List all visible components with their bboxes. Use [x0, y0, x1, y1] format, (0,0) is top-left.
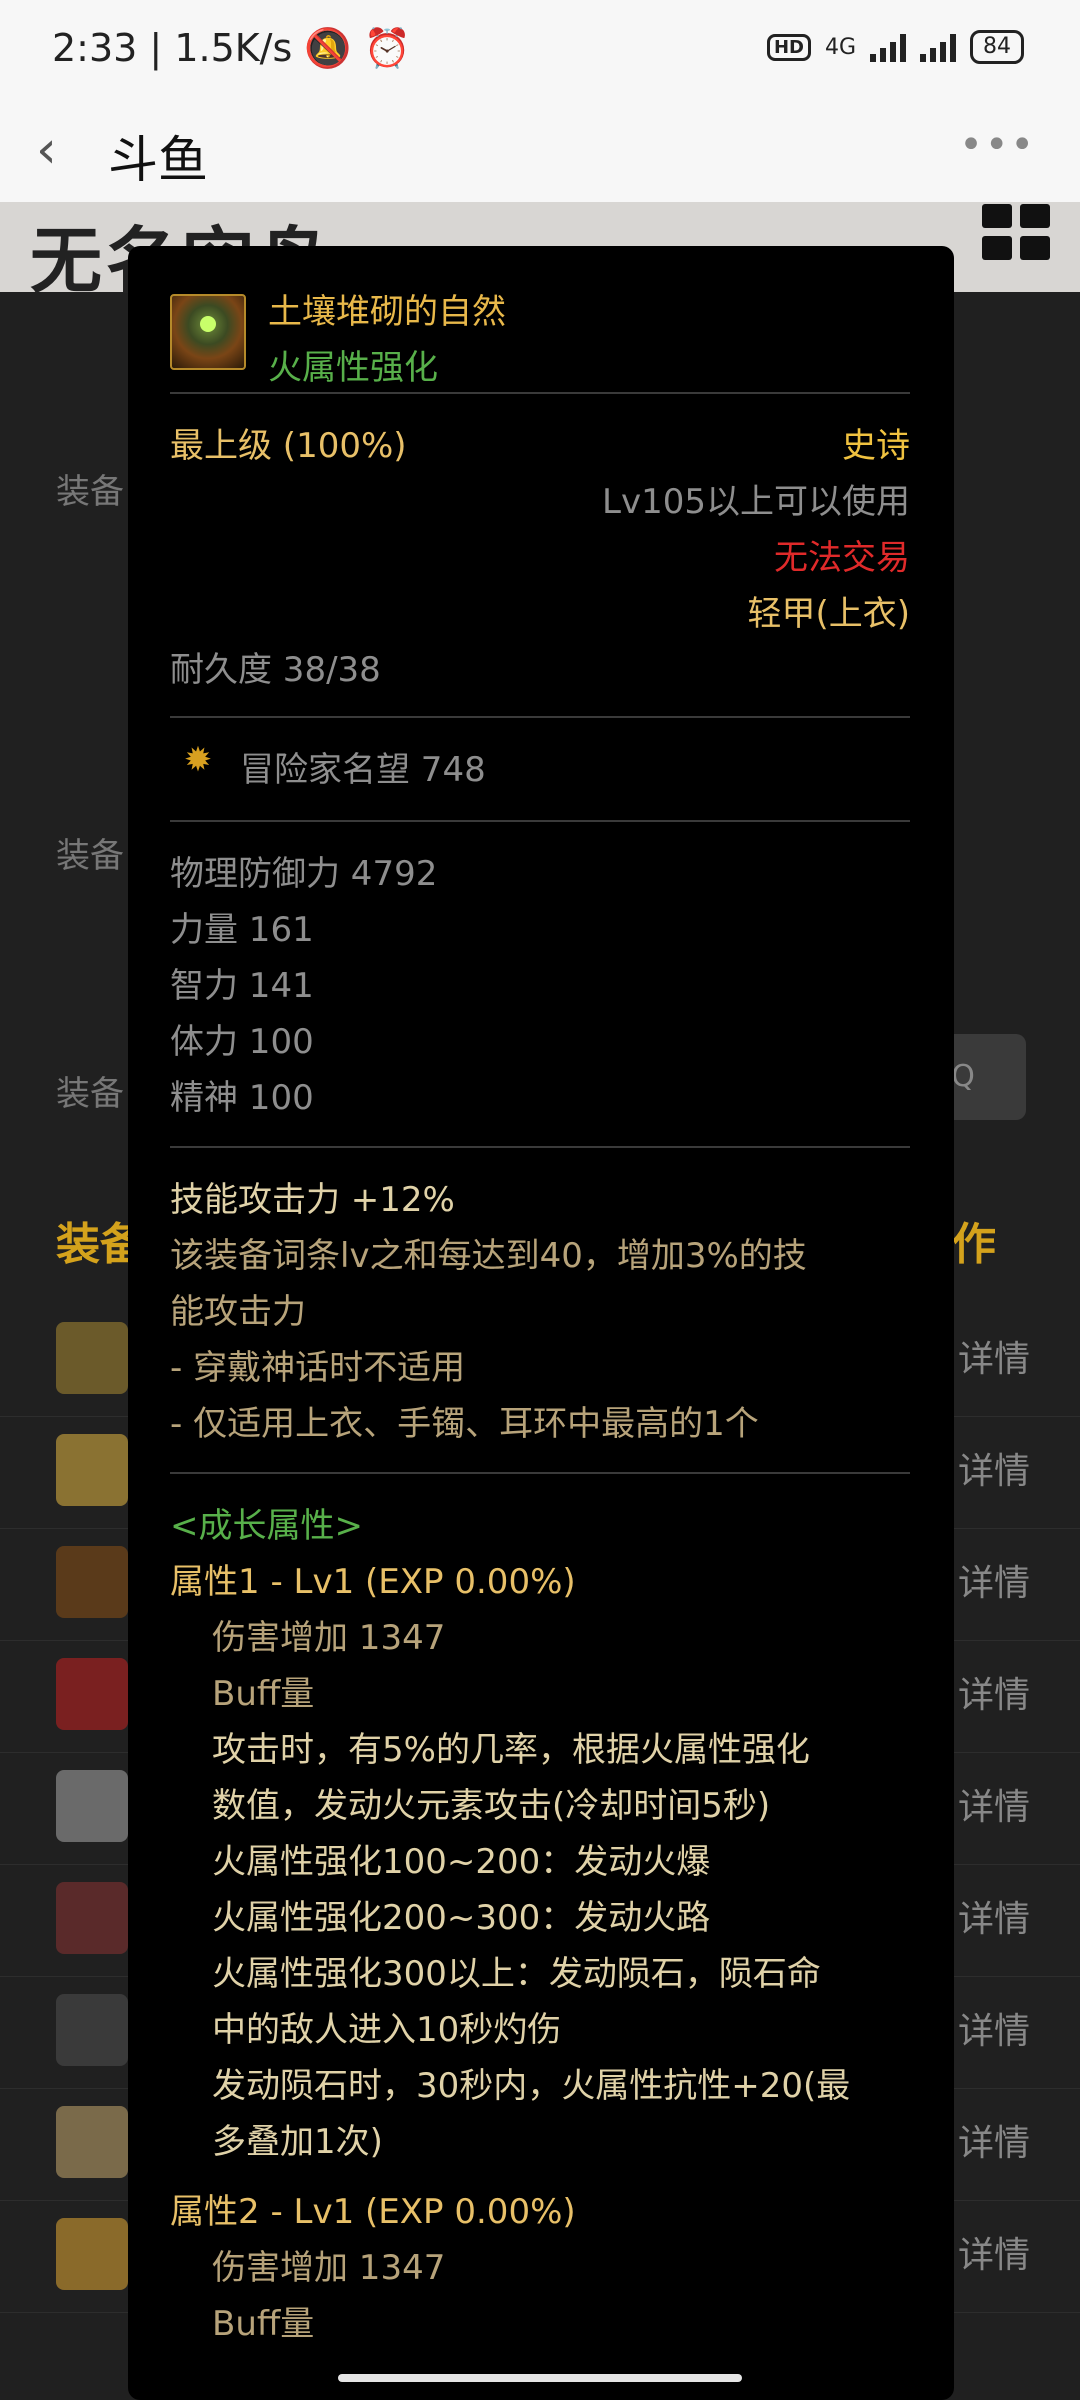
back-icon[interactable]: ‹	[36, 120, 57, 180]
signal-icon-2	[920, 32, 956, 62]
item-thumb	[56, 1434, 128, 1506]
divider	[170, 716, 910, 718]
attr2-title: 属性2 - Lv1 (EXP 0.00%)	[170, 2192, 576, 2232]
attr1-line: 火属性强化200~300：发动火路	[212, 1898, 711, 1938]
fame-icon: ✹	[183, 740, 213, 780]
detail-link[interactable]: 详情	[958, 2002, 1030, 2054]
attr1-line: 数值，发动火元素攻击(冷却时间5秒)	[212, 1786, 771, 1826]
attr2-line: Buff量	[212, 2304, 315, 2344]
skill-attack: 技能攻击力 +12%	[170, 1180, 455, 1220]
network-label: 4G	[824, 34, 856, 60]
skill-desc-line: 该装备词条lv之和每达到40，增加3%的技	[170, 1236, 807, 1276]
adventurer-fame: 冒险家名望 748	[240, 750, 486, 790]
more-icon[interactable]: •••	[959, 122, 1036, 168]
detail-link[interactable]: 详情	[958, 1778, 1030, 1830]
growth-header: <成长属性>	[170, 1506, 363, 1546]
stat-line: 智力 141	[170, 966, 314, 1006]
stat-line: 体力 100	[170, 1022, 314, 1062]
detail-link[interactable]: 详情	[958, 1442, 1030, 1494]
attr1-line: 火属性强化100~200：发动火爆	[212, 1842, 711, 1882]
skill-desc-line: - 穿戴神话时不适用	[170, 1348, 466, 1388]
stat-line: 物理防御力 4792	[170, 854, 438, 894]
attr1-line: 多叠加1次)	[212, 2122, 383, 2162]
detail-link[interactable]: 详情	[958, 1890, 1030, 1942]
home-indicator[interactable]	[338, 2374, 742, 2382]
item-name: 土壤堆砌的自然	[268, 292, 506, 332]
divider	[170, 392, 910, 394]
attr1-line: Buff量	[212, 1674, 315, 1714]
item-tooltip: 土壤堆砌的自然 火属性强化 最上级 (100%) 史诗 Lv105以上可以使用 …	[128, 246, 954, 2400]
attr1-line: 伤害增加 1347	[212, 1618, 446, 1658]
attr1-line: 发动陨石时，30秒内，火属性抗性+20(最	[212, 2066, 851, 2106]
status-bar: 2:33 | 1.5K/s 🔕 ⏰ HD 4G 84	[0, 0, 1080, 100]
attr1-line: 火属性强化300以上：发动陨石，陨石命	[212, 1954, 821, 1994]
skill-desc-line: - 仅适用上衣、手镯、耳环中最高的1个	[170, 1404, 759, 1444]
durability: 耐久度 38/38	[170, 650, 381, 690]
status-icons: HD 4G 84	[766, 30, 1024, 64]
bg-label: 装备	[56, 1074, 124, 1114]
attr1-title: 属性1 - Lv1 (EXP 0.00%)	[170, 1562, 576, 1602]
grid-menu-icon[interactable]	[982, 204, 1050, 260]
item-thumb	[56, 1322, 128, 1394]
skill-desc-line: 能攻击力	[170, 1292, 306, 1332]
gem-icon	[200, 316, 216, 332]
signal-icon	[870, 32, 906, 62]
stat-line: 力量 161	[170, 910, 314, 950]
hd-icon: HD	[766, 33, 811, 61]
item-thumb	[56, 1546, 128, 1618]
item-grade: 最上级 (100%)	[170, 426, 407, 466]
divider	[170, 1146, 910, 1148]
status-time: 2:33 | 1.5K/s 🔕 ⏰	[52, 26, 412, 70]
item-thumb	[56, 2106, 128, 2178]
section-heading-right: 作	[952, 1219, 996, 1270]
item-thumb	[56, 1994, 128, 2066]
attr1-line: 中的敌人进入10秒灼伤	[212, 2010, 562, 2050]
stat-line: 精神 100	[170, 1078, 314, 1118]
battery-icon: 84	[970, 30, 1024, 64]
item-thumb	[56, 1658, 128, 1730]
item-rarity: 史诗	[842, 426, 910, 466]
trade-status: 无法交易	[774, 538, 910, 578]
item-thumb	[56, 2218, 128, 2290]
attr2-line: 伤害增加 1347	[212, 2248, 446, 2288]
item-subtitle: 火属性强化	[268, 348, 438, 388]
bg-label: 装备	[56, 472, 124, 512]
level-requirement: Lv105以上可以使用	[602, 482, 910, 522]
item-thumb	[56, 1882, 128, 1954]
item-thumb	[56, 1770, 128, 1842]
detail-link[interactable]: 详情	[958, 2114, 1030, 2166]
page-title: 斗鱼	[108, 131, 208, 189]
detail-link[interactable]: 详情	[958, 1554, 1030, 1606]
bg-label: 装备	[56, 836, 124, 876]
item-icon	[170, 294, 246, 370]
divider	[170, 1472, 910, 1474]
nav-bar: ‹ 斗鱼 •••	[0, 100, 1080, 202]
item-slot: 轻甲(上衣)	[747, 594, 910, 634]
detail-link[interactable]: 详情	[958, 2226, 1030, 2278]
detail-link[interactable]: 详情	[958, 1330, 1030, 1382]
attr1-line: 攻击时，有5%的几率，根据火属性强化	[212, 1730, 810, 1770]
detail-link[interactable]: 详情	[958, 1666, 1030, 1718]
divider	[170, 820, 910, 822]
